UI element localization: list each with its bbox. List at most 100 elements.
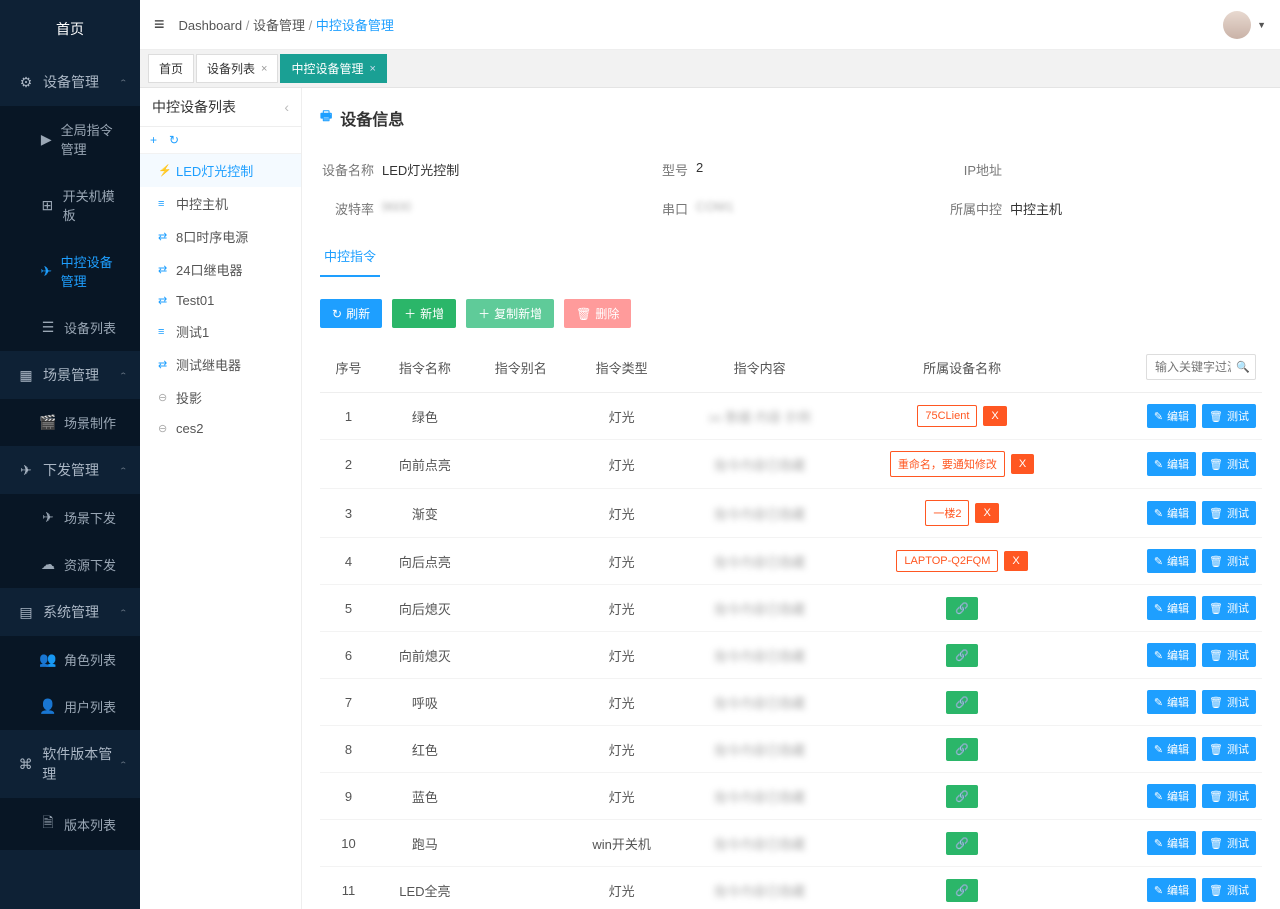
device-tag[interactable]: 一楼2	[925, 500, 969, 526]
link-icon[interactable]: 🔗	[946, 691, 978, 714]
tree-label: 测试继电器	[176, 355, 241, 374]
table-row: 10 跑马 win开关机 指令内容已隐藏 🔗 ✎ 编辑 🗑 测试	[320, 820, 1262, 867]
tab[interactable]: 首页	[148, 54, 194, 83]
test-button[interactable]: 🗑 测试	[1202, 737, 1256, 761]
nav-sub-item[interactable]: ☁资源下发	[0, 541, 140, 588]
nav-sub-item[interactable]: 👤用户列表	[0, 683, 140, 730]
edit-button[interactable]: ✎ 编辑	[1147, 643, 1196, 667]
test-button[interactable]: 🗑 测试	[1202, 549, 1256, 573]
edit-button[interactable]: ✎ 编辑	[1147, 404, 1196, 428]
tree-item[interactable]: ⊖ces2	[140, 414, 301, 443]
tab[interactable]: 设备列表×	[196, 54, 278, 83]
tree-item[interactable]: ⇄8口时序电源	[140, 220, 301, 253]
edit-button[interactable]: ✎ 编辑	[1147, 690, 1196, 714]
tree-item[interactable]: ⊖投影	[140, 381, 301, 414]
link-icon[interactable]: 🔗	[946, 832, 978, 855]
cell-devices: 🔗	[845, 679, 1079, 726]
test-button[interactable]: 🗑 测试	[1202, 690, 1256, 714]
test-button[interactable]: 🗑 测试	[1202, 831, 1256, 855]
menu-toggle-icon[interactable]: ≡	[154, 14, 165, 35]
link-icon[interactable]: 🔗	[946, 738, 978, 761]
tree-item[interactable]: ≡中控主机	[140, 187, 301, 220]
cell-name: 向前点亮	[377, 440, 473, 489]
nav-sub-item[interactable]: ⊞开关机模板	[0, 172, 140, 238]
trash-icon: 🗑	[1209, 696, 1223, 709]
edit-button[interactable]: ✎ 编辑	[1147, 737, 1196, 761]
cloud-icon: ☁	[40, 556, 56, 573]
test-button[interactable]: 🗑 测试	[1202, 878, 1256, 902]
edit-button[interactable]: ✎ 编辑	[1147, 831, 1196, 855]
refresh-button[interactable]: ↻刷新	[320, 299, 382, 328]
link-icon[interactable]: 🔗	[946, 597, 978, 620]
nav-section[interactable]: ⚙设备管理	[0, 58, 140, 106]
trash-icon: 🗑	[1209, 649, 1223, 662]
tree-refresh-button[interactable]: ↻	[169, 133, 179, 147]
crumb-parent[interactable]: 设备管理	[253, 18, 305, 33]
nav-sub-item[interactable]: ✈场景下发	[0, 494, 140, 541]
col-header: 序号	[320, 342, 377, 393]
edit-button[interactable]: ✎ 编辑	[1147, 549, 1196, 573]
close-icon[interactable]: ×	[369, 63, 375, 75]
nav-sub-item[interactable]: 🗎版本列表	[0, 798, 140, 850]
nav-sub-item[interactable]: ▶全局指令管理	[0, 106, 140, 172]
tree-collapse-icon[interactable]: ‹	[284, 99, 289, 115]
cell-name: 渐变	[377, 489, 473, 538]
tree-item[interactable]: ⇄测试继电器	[140, 348, 301, 381]
remove-device-button[interactable]: X	[975, 503, 998, 523]
nav-sub-item[interactable]: 👥角色列表	[0, 636, 140, 683]
device-tag[interactable]: 重命名，要通知修改	[890, 451, 1005, 477]
col-header: 指令名称	[377, 342, 473, 393]
trash-icon: 🗑	[1209, 884, 1223, 897]
cell-idx: 6	[320, 632, 377, 679]
cell-content: 指令内容已隐藏	[674, 632, 845, 679]
device-tag[interactable]: LAPTOP-Q2FQM	[896, 550, 998, 572]
test-button[interactable]: 🗑 测试	[1202, 643, 1256, 667]
nav-section[interactable]: ▦场景管理	[0, 351, 140, 399]
link-icon[interactable]: 🔗	[946, 879, 978, 902]
tree-item[interactable]: ≡测试1	[140, 315, 301, 348]
test-button[interactable]: 🗑 测试	[1202, 784, 1256, 808]
cell-alias	[473, 773, 569, 820]
edit-button[interactable]: ✎ 编辑	[1147, 784, 1196, 808]
test-button[interactable]: 🗑 测试	[1202, 452, 1256, 476]
sidebar: 首页 ⚙设备管理▶全局指令管理⊞开关机模板✈中控设备管理☰设备列表▦场景管理🎬场…	[0, 0, 140, 909]
link-icon[interactable]: 🔗	[946, 644, 978, 667]
remove-device-button[interactable]: X	[983, 406, 1006, 426]
add-button[interactable]: ＋新增	[392, 299, 456, 328]
delete-button[interactable]: 🗑删除	[564, 299, 631, 328]
link-icon[interactable]: 🔗	[946, 785, 978, 808]
copy-add-button[interactable]: ＋复制新增	[466, 299, 554, 328]
edit-button[interactable]: ✎ 编辑	[1147, 501, 1196, 525]
nav-section[interactable]: ⌘软件版本管理	[0, 730, 140, 798]
close-icon[interactable]: ×	[261, 63, 267, 75]
tree-item[interactable]: ⇄24口继电器	[140, 253, 301, 286]
nav-sub-item[interactable]: ☰设备列表	[0, 304, 140, 351]
cell-content: 指令内容已隐藏	[674, 440, 845, 489]
test-button[interactable]: 🗑 测试	[1202, 596, 1256, 620]
search-icon[interactable]: 🔍	[1236, 361, 1250, 374]
tree-item[interactable]: ⇄Test01	[140, 286, 301, 315]
nav-sub-label: 中控设备管理	[61, 252, 122, 290]
crumb-dashboard[interactable]: Dashboard	[179, 18, 243, 33]
user-menu[interactable]: ▼	[1223, 11, 1266, 39]
tree-add-button[interactable]: +	[150, 133, 157, 147]
sub-tab-commands[interactable]: 中控指令	[320, 236, 380, 277]
nav-home[interactable]: 首页	[0, 0, 140, 58]
device-tag[interactable]: 75CLient	[917, 405, 977, 427]
test-button[interactable]: 🗑 测试	[1202, 501, 1256, 525]
tree-label: 24口继电器	[176, 260, 242, 279]
nav-section[interactable]: ✈下发管理	[0, 446, 140, 494]
nav-sub-item[interactable]: ✈中控设备管理	[0, 238, 140, 304]
edit-button[interactable]: ✎ 编辑	[1147, 878, 1196, 902]
nav-section[interactable]: ▤系统管理	[0, 588, 140, 636]
edit-button[interactable]: ✎ 编辑	[1147, 596, 1196, 620]
remove-device-button[interactable]: X	[1004, 551, 1027, 571]
tab[interactable]: 中控设备管理×	[280, 54, 386, 83]
nav-label: 设备管理	[43, 72, 99, 92]
edit-button[interactable]: ✎ 编辑	[1147, 452, 1196, 476]
tree-item[interactable]: ⚡LED灯光控制	[140, 154, 301, 187]
remove-device-button[interactable]: X	[1011, 454, 1034, 474]
nav-sub-item[interactable]: 🎬场景制作	[0, 399, 140, 446]
cell-alias	[473, 440, 569, 489]
test-button[interactable]: 🗑 测试	[1202, 404, 1256, 428]
